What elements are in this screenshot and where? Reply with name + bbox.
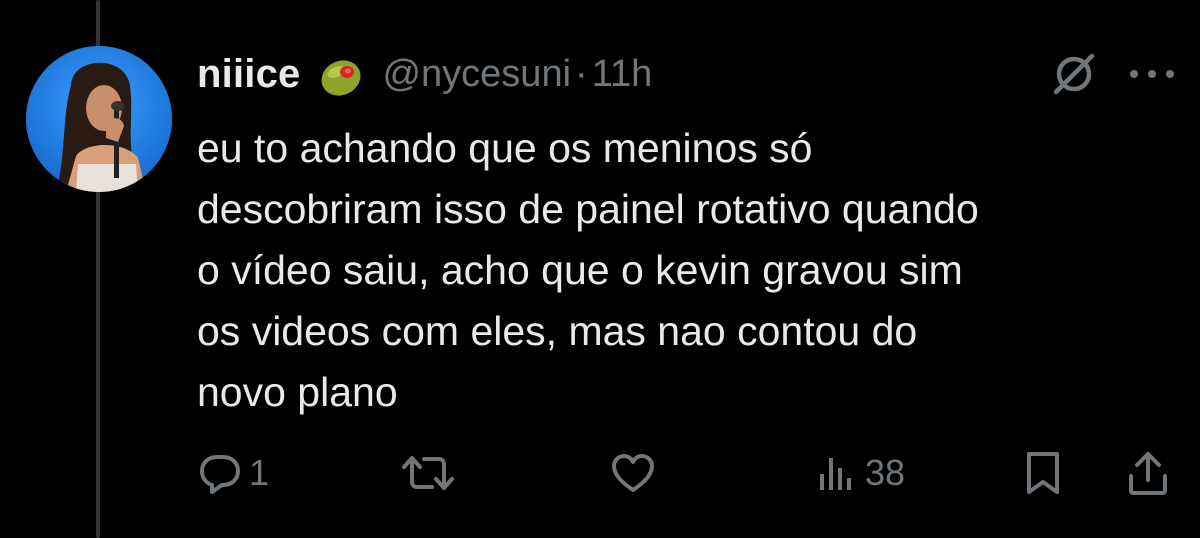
retweet-icon bbox=[400, 450, 456, 496]
tweet-text: eu to achando que os meninos só descobri… bbox=[197, 125, 979, 415]
bookmark-icon bbox=[1021, 448, 1065, 498]
avatar[interactable] bbox=[26, 46, 172, 192]
views-count: 38 bbox=[865, 452, 906, 493]
views-icon bbox=[815, 450, 859, 496]
heart-icon bbox=[609, 450, 657, 496]
action-bar: 1 38 bbox=[197, 445, 1175, 501]
reply-count: 1 bbox=[249, 452, 270, 493]
share-icon bbox=[1125, 448, 1171, 498]
retweet-button[interactable] bbox=[400, 445, 462, 501]
separator-dot: · bbox=[575, 52, 588, 95]
more-icon[interactable] bbox=[1124, 56, 1180, 92]
display-name[interactable]: niiice bbox=[197, 52, 300, 97]
olive-emoji-icon bbox=[314, 48, 366, 100]
timestamp[interactable]: 11h bbox=[592, 53, 653, 96]
share-button[interactable] bbox=[1125, 445, 1171, 501]
views-button[interactable]: 38 bbox=[815, 445, 905, 501]
tweet-header: niiice @nycesuni · 11h bbox=[197, 46, 652, 102]
like-button[interactable] bbox=[609, 445, 663, 501]
muted-icon[interactable] bbox=[1046, 46, 1102, 102]
reply-icon bbox=[197, 450, 243, 496]
user-handle[interactable]: @nycesuni bbox=[382, 53, 571, 96]
reply-button[interactable]: 1 bbox=[197, 445, 269, 501]
bookmark-button[interactable] bbox=[1021, 445, 1065, 501]
